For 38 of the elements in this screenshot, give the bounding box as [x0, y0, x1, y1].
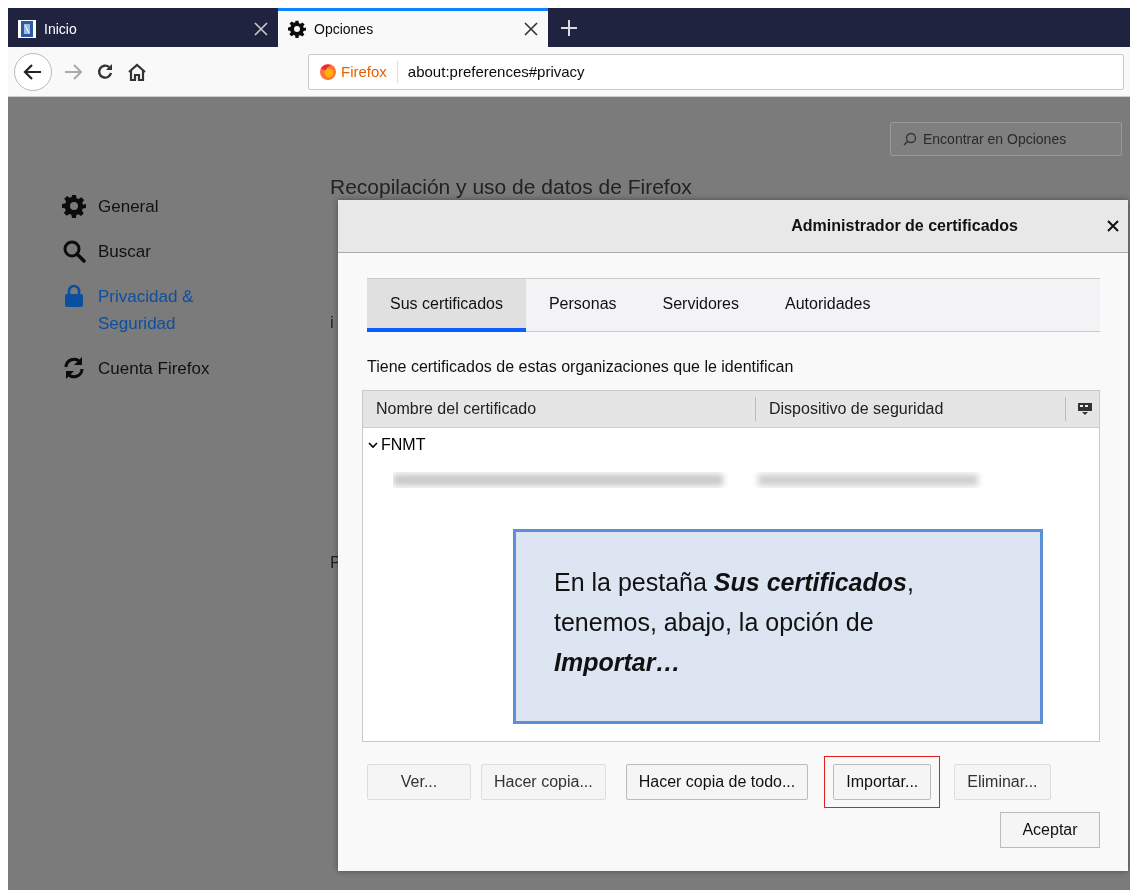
- column-picker-icon[interactable]: [1078, 403, 1092, 415]
- search-field[interactable]: Encontrar en Opciones: [890, 122, 1122, 156]
- callout-text: En la pestaña Sus certificados, tenemos, abajo, la opción de Importar…: [513, 529, 1043, 724]
- address-bar[interactable]: Firefox about:preferences#privacy: [308, 53, 1124, 90]
- dialog-tab[interactable]: Servidores: [639, 279, 762, 332]
- sidebar-item[interactable]: General: [62, 193, 262, 220]
- dialog-button[interactable]: Hacer copia de todo...: [625, 764, 809, 800]
- dialog-tab[interactable]: Autoridades: [762, 279, 894, 332]
- description-text: Tiene certificados de estas organizaciones que le identifican: [367, 358, 795, 376]
- identity-label: Firefox: [341, 63, 387, 80]
- back-button[interactable]: [14, 52, 52, 91]
- search-icon: [903, 132, 917, 146]
- sync-icon: [62, 356, 86, 380]
- close-icon[interactable]: [524, 22, 538, 36]
- search-icon: [62, 239, 86, 263]
- tree-group[interactable]: FNMT: [363, 428, 1099, 454]
- dialog-button[interactable]: Importar...: [833, 764, 932, 800]
- search-field[interactable]: Encontrar en Opciones: [923, 131, 1113, 147]
- browser-tab[interactable]: Inicio: [8, 8, 278, 47]
- column-header[interactable]: Nombre del certificado: [363, 397, 756, 421]
- dialog-tab[interactable]: Sus certificados: [367, 279, 526, 332]
- accept-button[interactable]: Aceptar: [1000, 812, 1100, 848]
- dialog-title: Administrador de certificados: [791, 217, 1018, 235]
- column-header[interactable]: Dispositivo de seguridad: [756, 397, 1066, 421]
- dialog-tab[interactable]: Personas: [525, 279, 640, 332]
- sidebar-item[interactable]: Cuenta Firefox: [62, 355, 262, 382]
- sidebar-item[interactable]: Buscar: [62, 238, 262, 265]
- browser-tab[interactable]: Opciones: [278, 8, 548, 47]
- url-text: about:preferences#privacy: [406, 63, 585, 80]
- close-icon[interactable]: [1106, 219, 1120, 233]
- gear-icon: [288, 20, 306, 38]
- chevron-down-icon[interactable]: [368, 441, 378, 449]
- site-icon: [18, 20, 36, 38]
- firefox-logo-icon: [319, 62, 337, 81]
- background-text: i: [330, 313, 334, 333]
- gear-icon: [62, 194, 86, 218]
- lock-icon: [62, 284, 86, 308]
- section-heading: Recopilación y uso de datos de Firefox: [330, 175, 692, 199]
